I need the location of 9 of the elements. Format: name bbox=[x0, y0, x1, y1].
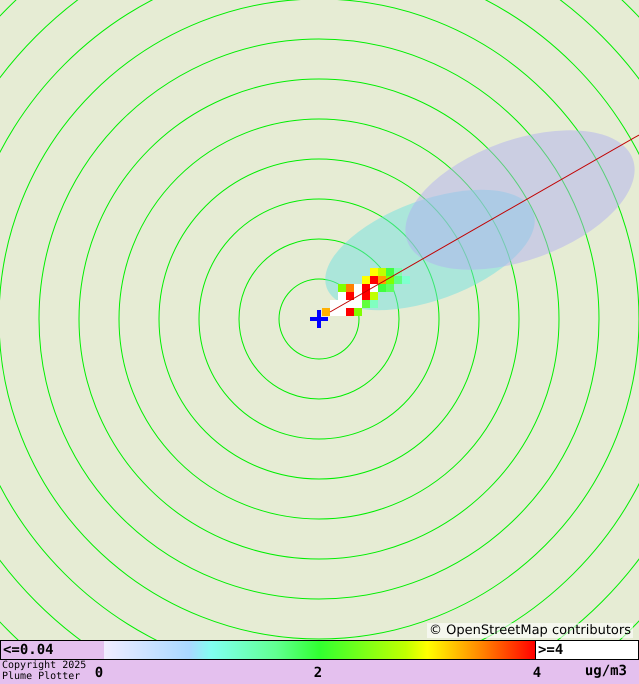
attribution-text: © OpenStreetMap contributors bbox=[427, 623, 633, 638]
source-cross-icon bbox=[310, 310, 328, 328]
scale-tick-label: 2 bbox=[314, 664, 322, 682]
scale-tick-label: 4 bbox=[532, 664, 542, 682]
copyright-text: Copyright 2025 bbox=[2, 660, 88, 671]
copyright-text: Plume Plotter bbox=[2, 671, 82, 682]
legend-min-label: <=0.04 bbox=[1, 641, 104, 659]
unit-label: ug/m3 bbox=[584, 663, 627, 679]
scale-tick-label: 0 bbox=[94, 664, 104, 682]
